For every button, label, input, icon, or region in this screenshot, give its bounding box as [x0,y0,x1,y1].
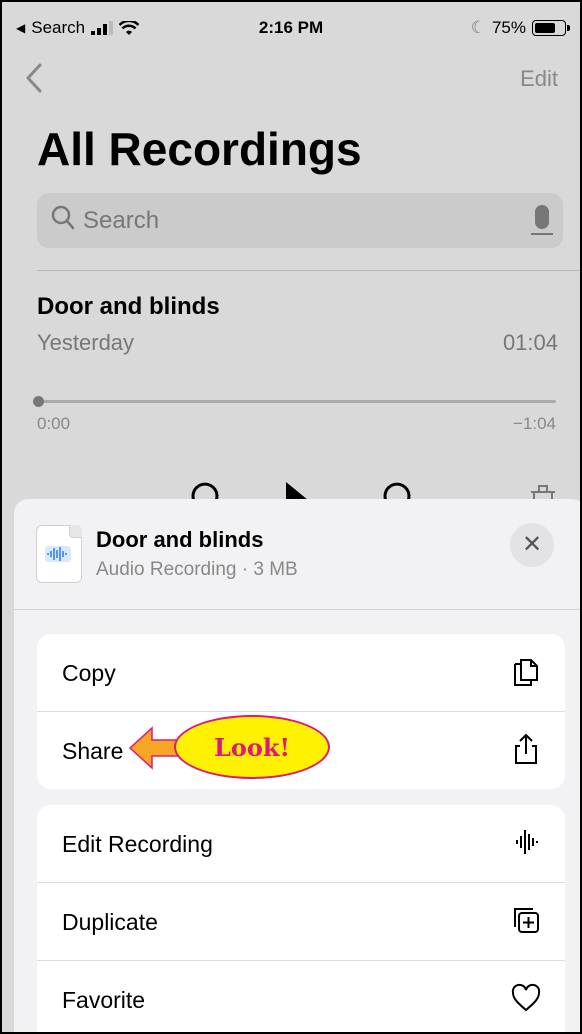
microphone-icon[interactable] [531,205,553,235]
status-right: ☾ 75% [470,18,570,38]
audio-file-icon [36,525,82,583]
chevron-left-icon[interactable] [26,60,42,102]
status-bar: ◀ Search 2:16 PM ☾ 75% [2,2,580,46]
annotation-callout: Look! [174,715,330,779]
sheet-separator [14,609,580,610]
waveform-icon [516,830,538,854]
action-label: Copy [62,660,116,686]
scrubber-knob[interactable] [33,396,44,407]
sheet-file-name: Door and blinds [96,527,264,552]
search-input[interactable]: Search [37,193,563,248]
search-placeholder: Search [83,207,160,234]
recording-duration: 01:04 [502,330,558,355]
action-label: Edit Recording [62,831,213,857]
time-remaining: −1:04 [512,414,556,433]
close-icon[interactable]: ✕ [510,523,554,567]
action-label: Duplicate [62,909,158,935]
heart-icon [511,983,541,1012]
page-title: All Recordings [37,123,362,175]
recording-date: Yesterday [37,330,135,355]
waveform-thumbnail [45,546,71,562]
edit-button[interactable]: Edit [520,66,558,92]
search-icon [51,205,75,238]
list-divider [37,270,580,271]
action-label: Favorite [62,987,146,1013]
action-edit-recording[interactable]: Edit Recording [37,805,565,883]
share-icon [515,733,537,764]
action-copy[interactable]: Copy [37,634,565,712]
time-elapsed: 0:00 [37,414,71,433]
action-label: Share [62,738,124,764]
moon-icon: ☾ [470,18,486,37]
sheet-header: Door and blinds Audio Recording · 3 MB ✕ [14,499,580,609]
action-favorite[interactable]: Favorite [37,961,565,1032]
recording-title[interactable]: Door and blinds [37,293,220,321]
duplicate-icon [514,908,539,933]
battery-fill [535,23,556,33]
action-group-secondary: Edit Recording Duplicate Favorite [37,805,565,1032]
battery-icon [532,20,570,36]
battery-percent: 75% [491,18,526,37]
copy-icon [514,659,538,686]
playback-scrubber[interactable] [33,396,556,407]
screenshot-frame: ◀ Search 2:16 PM ☾ 75% Edit All Recordin… [0,0,582,1034]
action-duplicate[interactable]: Duplicate [37,883,565,961]
sheet-file-subtitle: Audio Recording · 3 MB [96,559,298,580]
